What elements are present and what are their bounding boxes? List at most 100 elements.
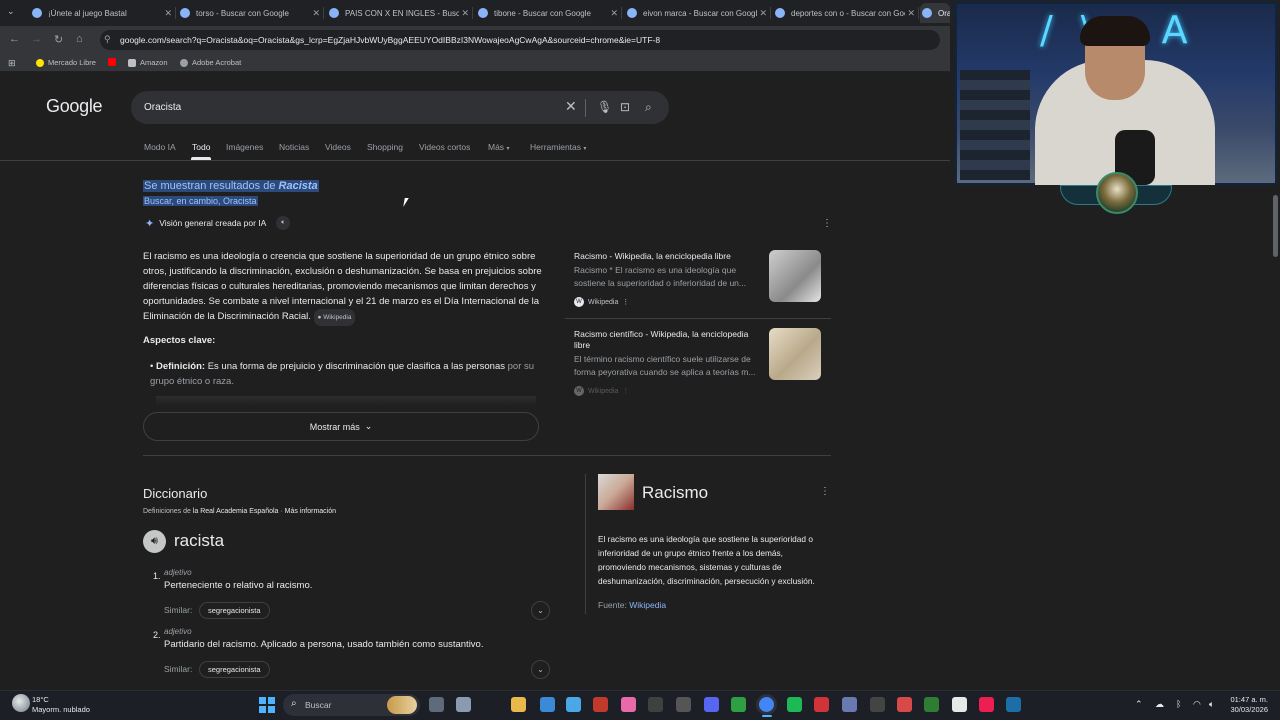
volume-icon[interactable]: 🔈︎ (1209, 699, 1214, 710)
google-logo[interactable]: Google (46, 96, 103, 117)
source-site[interactable]: W Wikipedia ⋮ (574, 386, 629, 396)
chevron-up-icon[interactable]: ⌃ (1135, 699, 1143, 710)
reload-icon[interactable]: ↻ (54, 33, 63, 46)
obs-icon[interactable] (648, 697, 663, 712)
forward-icon[interactable]: → (31, 33, 42, 45)
photos-icon[interactable] (621, 697, 636, 712)
browser-tab[interactable]: eivon marca - Buscar con Google ✕ (625, 3, 771, 23)
weather-icon[interactable] (12, 694, 30, 712)
lens-icon[interactable]: ⊡ (620, 100, 630, 114)
browser-tab[interactable]: ¡Únete al juego Bastal ✕ (30, 3, 176, 23)
wifi-icon[interactable]: ◠ (1193, 699, 1201, 710)
file-explorer-icon[interactable] (511, 697, 526, 712)
more-icon[interactable]: ⋮ (622, 387, 629, 395)
site-info-icon[interactable]: ⚲ (104, 34, 111, 45)
discord-icon[interactable] (704, 697, 719, 712)
source-thumbnail[interactable] (769, 250, 821, 302)
scrollbar[interactable] (1270, 186, 1280, 690)
tab-shopping[interactable]: Shopping (367, 142, 403, 152)
steam-icon[interactable] (1006, 697, 1021, 712)
tab-videos-cortos[interactable]: Videos cortos (419, 142, 470, 152)
tab-videos[interactable]: Videos (325, 142, 351, 152)
close-tab-icon[interactable]: ✕ (461, 8, 469, 19)
bookmark-mercado-libre[interactable]: Mercado Libre (36, 58, 96, 67)
address-url[interactable]: google.com/search?q=Oracista&oq=Oracista… (120, 35, 660, 45)
clear-icon[interactable]: ✕ (565, 98, 577, 115)
close-tab-icon[interactable]: ✕ (312, 8, 320, 19)
knowledge-panel-thumbnail[interactable] (598, 474, 634, 510)
search-instead-link[interactable]: Buscar, en cambio, Oracista (143, 196, 258, 206)
tab-todo[interactable]: Todo (192, 142, 210, 152)
source-site[interactable]: W Wikipedia ⋮ (574, 297, 629, 307)
capcut-icon[interactable] (952, 697, 967, 712)
source-title[interactable]: Racismo científico - Wikipedia, la encic… (574, 329, 764, 351)
home-icon[interactable]: ⌂ (76, 33, 83, 45)
tab-imagenes[interactable]: Imágenes (226, 142, 263, 152)
close-tab-icon[interactable]: ✕ (907, 8, 915, 19)
wikipedia-link[interactable]: Wikipedia (629, 600, 666, 610)
weather-temperature[interactable]: 18°C (32, 695, 49, 704)
browser-tab[interactable]: PAIS CON X EN INGLES - Buscar ✕ (327, 3, 473, 23)
pronounce-speaker-icon[interactable]: 🔊︎ (143, 530, 166, 553)
search-input[interactable]: Oracista (144, 102, 181, 113)
bluetooth-icon[interactable]: ᛒ (1176, 699, 1181, 709)
store-icon[interactable] (540, 697, 555, 712)
terminal-icon[interactable] (676, 697, 691, 712)
browser-tab[interactable]: tibone - Buscar con Google ✕ (476, 3, 622, 23)
tab-noticias[interactable]: Noticias (279, 142, 309, 152)
task-view-icon[interactable] (429, 697, 444, 712)
source-chip[interactable]: ● Wikipedia (313, 309, 356, 326)
search-box[interactable] (131, 91, 669, 124)
corrected-query-link[interactable]: Racista (279, 180, 318, 192)
more-info-link[interactable]: Más información (285, 508, 336, 515)
spotify-icon[interactable] (787, 697, 802, 712)
xbox-icon[interactable] (731, 697, 746, 712)
settings-icon[interactable] (456, 697, 471, 712)
next-app-icon[interactable] (593, 697, 608, 712)
clock-date[interactable]: 30/03/2026 (1222, 705, 1268, 714)
audio-app-icon[interactable] (870, 697, 885, 712)
similar-chip[interactable]: segregacionista (199, 602, 270, 619)
network-icon[interactable]: ☁ (1155, 699, 1164, 710)
chrome-icon[interactable] (759, 697, 774, 712)
tab-herramientas[interactable]: Herramientas ▾ (530, 142, 586, 152)
taskbar-search-placeholder[interactable]: Buscar (305, 700, 331, 710)
close-tab-icon[interactable]: ✕ (759, 8, 767, 19)
excel-icon[interactable] (924, 697, 939, 712)
tf-app-icon[interactable] (897, 697, 912, 712)
apps-icon[interactable]: ⊞ (8, 58, 16, 69)
notepad-icon[interactable] (566, 697, 581, 712)
back-icon[interactable]: ← (9, 33, 20, 45)
more-options-icon[interactable]: ⋮ (820, 486, 830, 497)
clock-time[interactable]: 01:47 a. m. (1230, 695, 1268, 704)
vpn-icon[interactable] (842, 697, 857, 712)
browser-tab[interactable]: Ora (920, 3, 950, 23)
expand-chevron-icon[interactable]: ⌄ (531, 601, 550, 620)
tiktok-icon[interactable] (979, 697, 994, 712)
expand-chevron-icon[interactable]: ⌄ (531, 660, 550, 679)
youtube-icon[interactable] (108, 58, 120, 66)
close-tab-icon[interactable]: ✕ (610, 8, 618, 19)
tab-mas[interactable]: Más ▾ (488, 142, 509, 152)
weather-description[interactable]: Mayorm. nublado (32, 705, 90, 714)
tab-modo-ia[interactable]: Modo IA (144, 142, 176, 152)
source-title[interactable]: Racismo - Wikipedia, la enciclopedia lib… (574, 251, 764, 262)
start-icon[interactable] (259, 697, 275, 713)
search-icon[interactable]: ⌕ (645, 100, 652, 115)
scrollbar-thumb[interactable] (1273, 195, 1278, 257)
tab-list-icon[interactable]: ⌄ (7, 6, 15, 17)
speaker-icon[interactable]: 🔈︎ (276, 216, 291, 230)
bookmark-amazon[interactable]: Amazon (128, 58, 168, 67)
similar-chip[interactable]: segregacionista (199, 661, 270, 678)
opera-icon[interactable] (814, 697, 829, 712)
close-tab-icon[interactable]: ✕ (164, 8, 172, 19)
bookmark-adobe-acrobat[interactable]: Adobe Acrobat (180, 58, 241, 67)
more-options-icon[interactable]: ⋮ (822, 218, 832, 229)
browser-tab[interactable]: torso - Buscar con Google ✕ (178, 3, 324, 23)
source-thumbnail[interactable] (769, 328, 821, 380)
more-icon[interactable]: ⋮ (622, 298, 629, 306)
browser-tab[interactable]: deportes con o - Buscar con Google✕ (773, 3, 919, 23)
rae-link[interactable]: la Real Academia Española (193, 508, 279, 515)
microphone-icon[interactable]: 🎙︎ (597, 100, 612, 114)
show-more-button[interactable]: Mostrar más ⌄ (143, 412, 539, 441)
